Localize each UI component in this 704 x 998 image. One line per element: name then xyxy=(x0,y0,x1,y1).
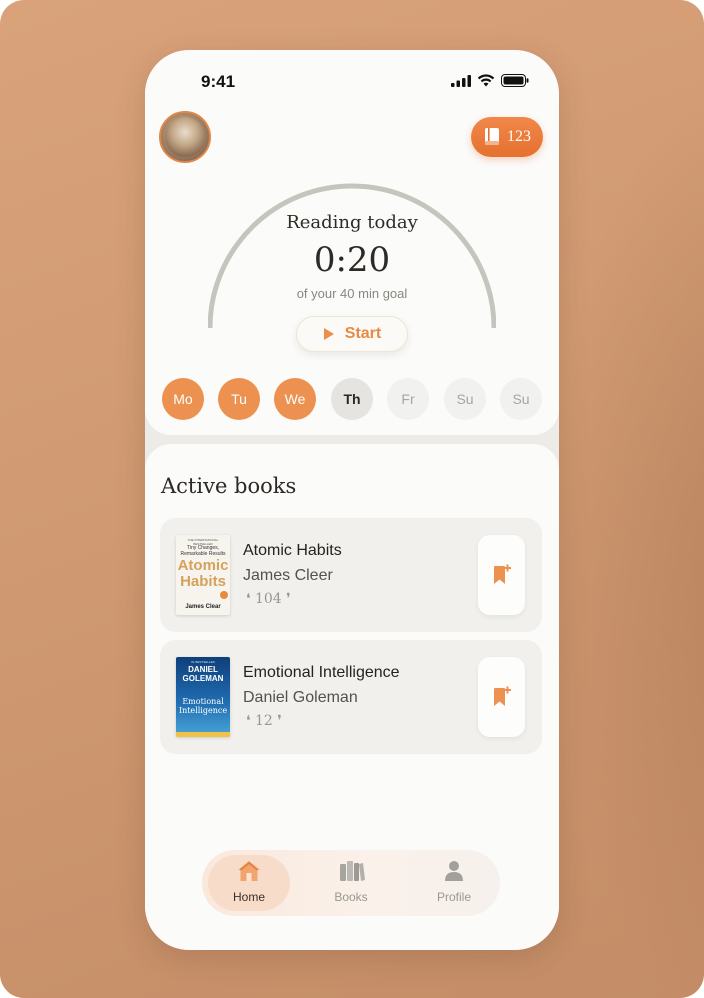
status-time: 9:41 xyxy=(201,72,236,91)
quote-close-icon: ❜ xyxy=(277,713,282,729)
home-icon xyxy=(238,861,260,881)
tab-home[interactable]: Home xyxy=(208,860,290,908)
book-card[interactable]: #1 BESTSELLER DANIEL GOLEMAN Emotional I… xyxy=(160,640,542,754)
day-sa[interactable]: Su xyxy=(444,378,486,420)
day-mo[interactable]: Mo xyxy=(162,378,204,420)
book-cover: THE INTERNATIONAL BESTSELLER Tiny Change… xyxy=(176,535,230,615)
day-th[interactable]: Th xyxy=(331,378,373,420)
books-count: 123 xyxy=(507,128,531,145)
bookmark-add-icon xyxy=(493,564,511,584)
tab-books-label: Books xyxy=(334,890,368,904)
wifi-icon xyxy=(477,74,495,87)
day-fr[interactable]: Fr xyxy=(387,378,429,420)
tab-profile[interactable]: Profile xyxy=(413,860,495,908)
quote-open-icon: ❛ xyxy=(246,591,251,607)
quote-open-icon: ❛ xyxy=(246,713,251,729)
book-cover: #1 BESTSELLER DANIEL GOLEMAN Emotional I… xyxy=(176,657,230,737)
tab-bar: Home Books Profile xyxy=(202,850,500,916)
add-bookmark-button[interactable] xyxy=(478,535,525,615)
tab-books[interactable]: Books xyxy=(310,860,392,908)
start-button[interactable]: Start xyxy=(296,316,408,352)
reading-today-label: Reading today xyxy=(286,212,418,233)
day-tu[interactable]: Tu xyxy=(218,378,260,420)
book-title: Atomic Habits xyxy=(243,542,342,559)
status-bar: 9:41 xyxy=(145,70,559,96)
tab-profile-label: Profile xyxy=(436,890,471,904)
bookmark-add-icon xyxy=(493,686,511,706)
background-frame: 9:41 123 Reading today 0:20 of your 40 m… xyxy=(0,0,704,998)
books-count-badge[interactable]: 123 xyxy=(471,117,543,157)
book-icon xyxy=(485,128,499,145)
quote-close-icon: ❜ xyxy=(286,591,291,607)
profile-icon xyxy=(445,861,463,881)
day-we[interactable]: We xyxy=(274,378,316,420)
section-title: Active books xyxy=(161,474,297,498)
add-bookmark-button[interactable] xyxy=(478,657,525,737)
quotes-count: ❛ 104 ❜ xyxy=(246,591,291,607)
book-author: Daniel Goleman xyxy=(243,689,358,706)
signal-icon xyxy=(451,74,471,87)
books-icon xyxy=(340,861,365,881)
weekday-tracker: Mo Tu We Th Fr Su Su xyxy=(162,378,542,420)
avatar[interactable] xyxy=(159,111,211,163)
tab-home-label: Home xyxy=(232,890,265,904)
book-title: Emotional Intelligence xyxy=(243,664,400,681)
quotes-count: ❛ 12 ❜ xyxy=(246,713,282,729)
book-author: James Cleer xyxy=(243,567,333,584)
play-icon xyxy=(323,328,334,340)
goal-text: of your 40 min goal xyxy=(296,286,408,301)
reading-time: 0:20 xyxy=(313,240,391,280)
battery-icon xyxy=(501,74,529,87)
status-icons xyxy=(451,74,529,87)
day-su[interactable]: Su xyxy=(500,378,542,420)
phone-screen: 9:41 123 Reading today 0:20 of your 40 m… xyxy=(145,50,559,950)
reading-card: 9:41 123 Reading today 0:20 of your 40 m… xyxy=(145,50,559,435)
start-label: Start xyxy=(344,325,382,342)
avatar-image xyxy=(165,117,205,157)
book-card[interactable]: THE INTERNATIONAL BESTSELLER Tiny Change… xyxy=(160,518,542,632)
